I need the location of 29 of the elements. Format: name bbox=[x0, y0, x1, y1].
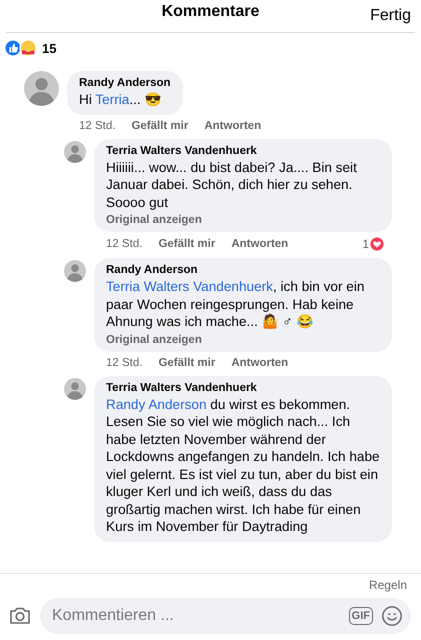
comment-time: 12 Std. bbox=[79, 120, 116, 132]
reply-button[interactable]: Antworten bbox=[231, 238, 288, 250]
see-original-link[interactable]: Original anzeigen bbox=[106, 214, 202, 226]
mention-link[interactable]: Terria bbox=[95, 92, 130, 107]
mention-link[interactable]: Randy Anderson bbox=[106, 396, 207, 412]
comment-text: Hi Terria... 😎 bbox=[79, 91, 162, 108]
author-name[interactable]: Randy Anderson bbox=[79, 77, 171, 89]
comment-text: Hiiiiii... wow... du bist dabei? Ja.... Bin seit Januar dabei. Schön, dich hier zu sehen. Soooo gut bbox=[106, 158, 358, 211]
comment-input-field[interactable]: Kommentieren ... GIF bbox=[40, 598, 411, 634]
done-button[interactable]: Fertig bbox=[370, 7, 411, 25]
comment-time: 12 Std. bbox=[106, 238, 142, 250]
rules-link[interactable]: Regeln bbox=[368, 578, 407, 592]
see-original-link[interactable]: Original anzeigen bbox=[106, 334, 202, 346]
reaction-count[interactable]: 15 bbox=[42, 40, 56, 56]
gif-button[interactable]: GIF bbox=[348, 607, 373, 625]
like-button[interactable]: Gefällt mir bbox=[131, 120, 188, 132]
author-name[interactable]: Terria Walters Vandenhuerk bbox=[106, 144, 257, 156]
reply-button[interactable]: Antworten bbox=[231, 356, 288, 368]
like-button[interactable]: Gefällt mir bbox=[158, 356, 216, 368]
reply-button[interactable]: Antworten bbox=[204, 120, 262, 132]
mention-link[interactable]: Terria Walters Vandenhuerk bbox=[106, 279, 273, 294]
comment-time: 12 Std. bbox=[106, 356, 142, 368]
author-name[interactable]: Randy Anderson bbox=[106, 264, 198, 276]
author-name[interactable]: Terria Walters Vandenhuerk bbox=[106, 382, 257, 394]
comment-text: Randy Anderson du wirst es bekommen. Lesen Sie so viel wie möglich nach... Ich habe letzten November während der Lockdowns angefangen zu handeln. Ich habe viel gelernt. Es ist viel zu tun, aber du bist ein kluger Kerl und ich weiß, dass du das großartig machen wirst. Ich habe für einen Kurs im November für Daytrading bbox=[106, 396, 380, 536]
page-title: Kommentare bbox=[162, 3, 260, 21]
like-button[interactable]: Gefällt mir bbox=[158, 238, 216, 250]
reaction-count[interactable]: 1 bbox=[362, 237, 369, 251]
comment-text: Terria Walters Vandenhuerk, ich bin vor ein paar Wochen reingesprungen. Hab keine Ahnung was ich mache... 🤷 ♂ 😂 bbox=[106, 278, 366, 330]
